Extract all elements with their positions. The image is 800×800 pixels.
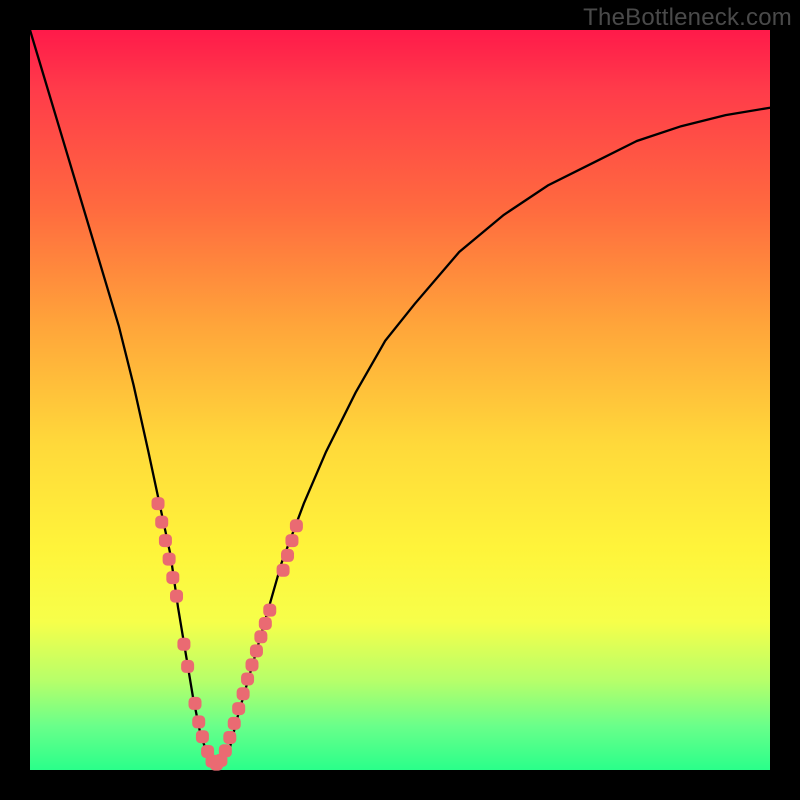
curve-svg [30,30,770,770]
curve-bead [282,549,294,561]
curve-bead [196,731,208,743]
curve-bead [182,660,194,672]
curve-bead [290,520,302,532]
curve-bead [255,631,267,643]
curve-bead [152,498,164,510]
curve-bead [156,516,168,528]
curve-bead [219,745,231,757]
watermark-text: TheBottleneck.com [583,4,792,32]
curve-bead [250,645,262,657]
curve-bead [167,572,179,584]
curve-bead [159,535,171,547]
bottleneck-curve [30,30,770,766]
curve-bead [189,697,201,709]
curve-bead [228,717,240,729]
curve-bead [277,564,289,576]
curve-bead [259,617,271,629]
curve-bead [242,673,254,685]
chart-frame [30,30,770,770]
curve-bead [237,688,249,700]
curve-bead [178,638,190,650]
curve-beads-group [152,498,302,770]
curve-bead [246,659,258,671]
curve-bead [233,703,245,715]
curve-bead [193,716,205,728]
curve-bead [224,731,236,743]
curve-bead [163,553,175,565]
curve-bead [264,604,276,616]
curve-bead [286,535,298,547]
curve-bead [171,590,183,602]
